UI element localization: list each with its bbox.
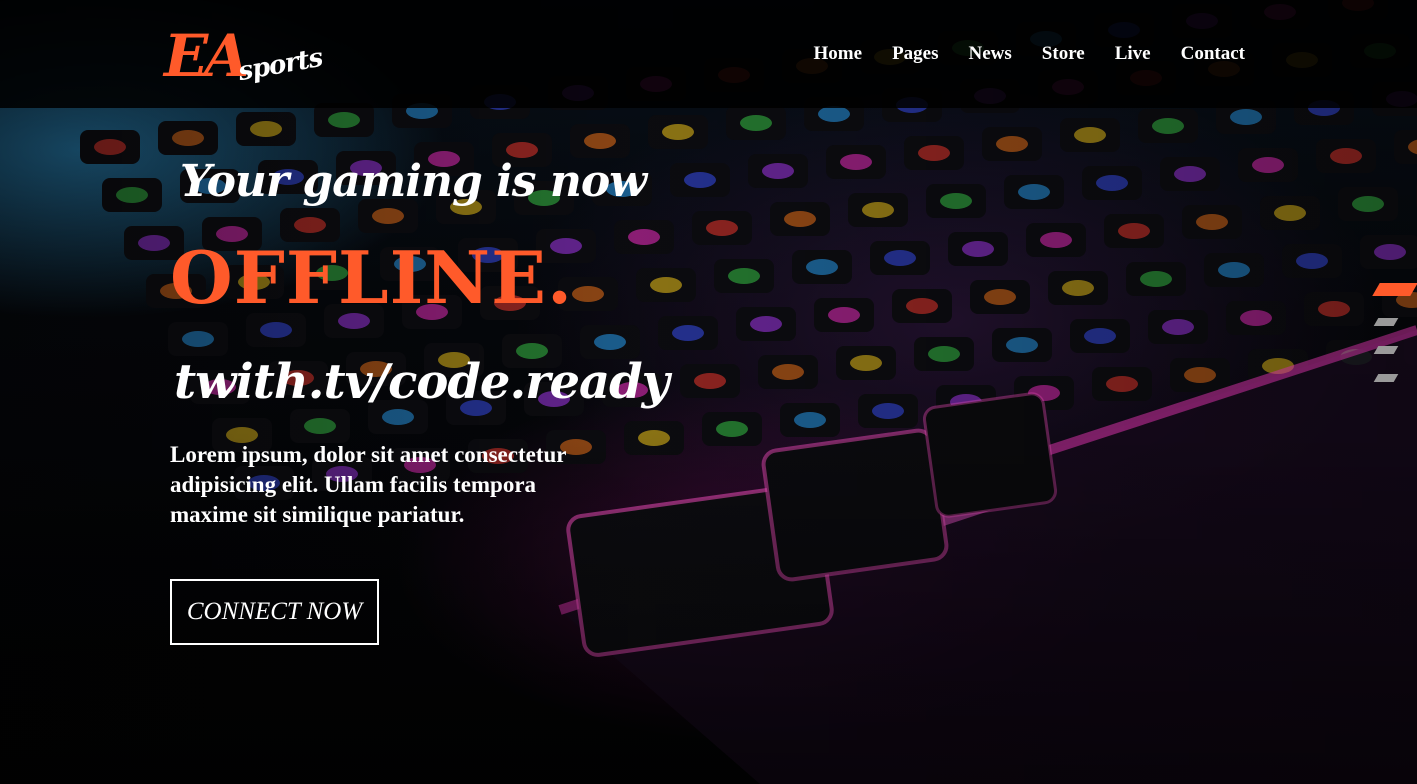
ea-sports-logo[interactable]: EA sports [164,22,324,96]
logo-ea-text: EA [164,22,249,90]
nav-item-pages[interactable]: Pages [892,42,938,66]
hero-description: Lorem ipsum, dolor sit amet consectetur … [170,442,567,527]
slide-indicators [1372,283,1417,383]
stream-handle: twith.tv/code.ready [174,354,670,410]
slide-indicator-1[interactable] [1372,283,1417,296]
hero-headline: OFFLINE. [170,235,574,320]
slide-indicator-3[interactable] [1373,346,1399,354]
nav-item-contact[interactable]: Contact [1181,42,1245,66]
logo-sports-text: sports [236,42,325,88]
connect-now-button[interactable]: CONNECT NOW [170,579,379,645]
hero-tagline: Your gaming is now [180,156,647,207]
nav-item-news[interactable]: News [969,42,1012,66]
nav-item-store[interactable]: Store [1042,42,1085,66]
slide-indicator-4[interactable] [1373,374,1399,382]
nav-item-live[interactable]: Live [1115,42,1151,66]
nav-item-home[interactable]: Home [814,42,863,66]
site-header: EA sports Home Pages News Store Live Con… [0,0,1417,108]
main-navigation: Home Pages News Store Live Contact [814,42,1245,66]
slide-indicator-2[interactable] [1373,318,1399,326]
